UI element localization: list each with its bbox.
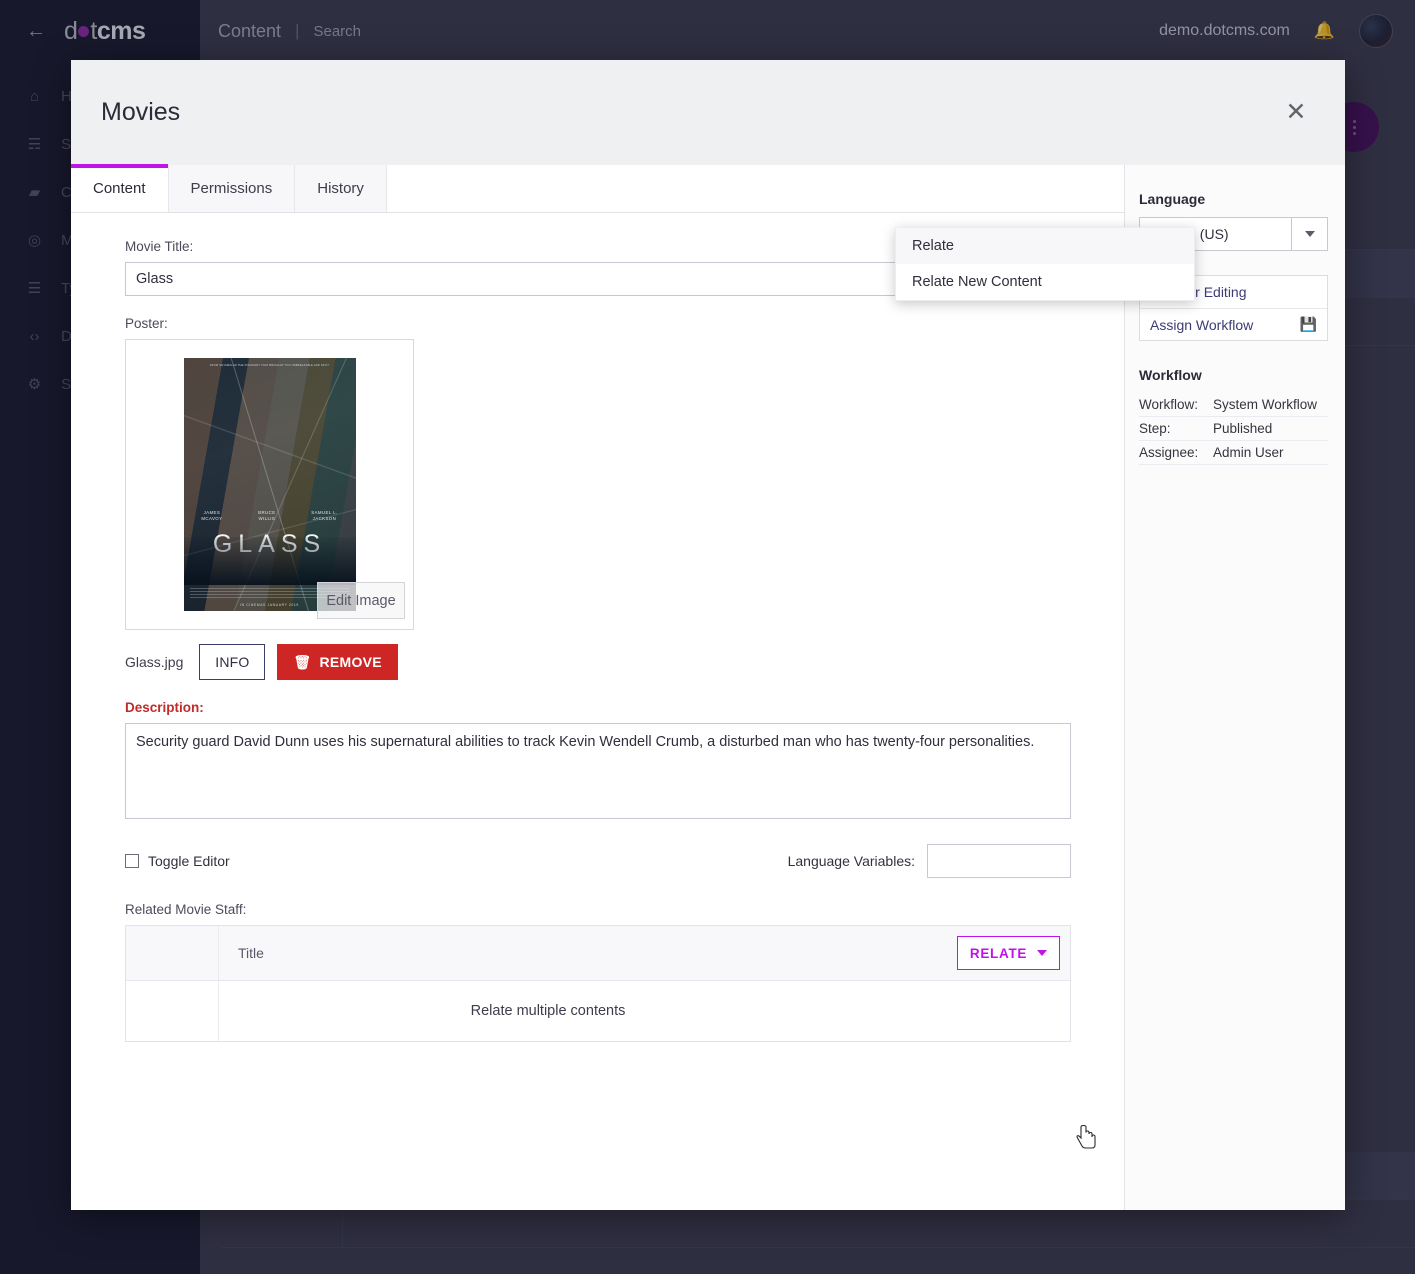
field-poster: Poster: FROM SHYAMALAN THE VISIONARY THA… — [125, 316, 1094, 680]
workflow-row: Workflow:System Workflow — [1139, 393, 1328, 417]
tab-history[interactable]: History — [295, 165, 387, 212]
relate-button[interactable]: RELATE — [957, 936, 1060, 970]
tab-permissions[interactable]: Permissions — [169, 165, 296, 212]
relate-button-label: RELATE — [970, 946, 1027, 961]
relationship-table-header: Title RELATE — [126, 926, 1070, 981]
workflow-row-key: Assignee: — [1139, 445, 1213, 460]
poster-cast-name: BRUCEWILLIS — [258, 510, 275, 522]
workflow-row-value: System Workflow — [1213, 397, 1317, 412]
info-button[interactable]: INFO — [199, 644, 265, 680]
poster-cast-name: SAMUEL L.JACKSON — [311, 510, 337, 522]
remove-button[interactable]: 🗑 REMOVE — [277, 644, 398, 680]
workflow-row-value: Admin User — [1213, 445, 1284, 460]
modal-body: ContentPermissionsHistory Movie Title: P… — [71, 165, 1345, 1210]
language-variables-group: Language Variables: — [788, 844, 1071, 878]
save-disk-icon: 💾 — [1300, 316, 1317, 333]
column-header-title: Title — [238, 945, 264, 961]
remove-button-label: REMOVE — [319, 654, 381, 670]
poster-label: Poster: — [125, 316, 1094, 331]
chevron-down-icon[interactable] — [1291, 217, 1328, 251]
toggle-editor-label: Toggle Editor — [148, 853, 230, 869]
action-label: Assign Workflow — [1150, 317, 1253, 333]
toggle-editor-checkbox[interactable]: Toggle Editor — [125, 853, 230, 869]
workflow-row-value: Published — [1213, 421, 1272, 436]
close-icon[interactable]: ✕ — [1279, 96, 1313, 130]
trash-icon: 🗑 — [293, 654, 311, 671]
workflow-row: Assignee:Admin User — [1139, 441, 1328, 465]
workflow-row-key: Workflow: — [1139, 397, 1213, 412]
mouse-cursor-pointer — [1076, 1125, 1098, 1149]
relationship-table-empty-row: Relate multiple contents — [126, 981, 1070, 1041]
description-label: Description: — [125, 700, 1094, 715]
workflow-row: Step:Published — [1139, 417, 1328, 441]
relate-menu-item-1[interactable]: Relate New Content — [896, 264, 1194, 300]
content-edit-modal: Movies ✕ ContentPermissionsHistory Movie… — [71, 60, 1345, 1210]
workflow-info-table: Workflow:System WorkflowStep:PublishedAs… — [1139, 393, 1328, 465]
poster-tagline: FROM SHYAMALAN THE VISIONARY THAT BROUGH… — [184, 364, 356, 367]
modal-main-column: ContentPermissionsHistory Movie Title: P… — [71, 165, 1124, 1210]
edit-image-button[interactable]: Edit Image — [317, 582, 405, 619]
file-name-label: Glass.jpg — [125, 654, 183, 670]
action-assign-workflow[interactable]: Assign Workflow 💾 — [1140, 308, 1327, 340]
poster-image: FROM SHYAMALAN THE VISIONARY THAT BROUGH… — [184, 358, 356, 611]
poster-cast: JAMESMCAVOY BRUCEWILLIS SAMUEL L.JACKSON — [184, 510, 356, 522]
file-actions-row: Glass.jpg INFO 🗑 REMOVE — [125, 644, 1094, 680]
language-variables-input[interactable] — [927, 844, 1071, 878]
poster-preview-box: FROM SHYAMALAN THE VISIONARY THAT BROUGH… — [125, 339, 414, 630]
editor-toggle-row: Toggle Editor Language Variables: — [125, 844, 1071, 878]
workflow-row-key: Step: — [1139, 421, 1213, 436]
related-movie-staff-label: Related Movie Staff: — [125, 902, 1094, 917]
app-root: ⌂Ho☴Sit▰Co◎Ma☰Ty‹›De⚙Sy ← dtcms Content … — [0, 0, 1415, 1274]
content-form: Movie Title: Poster: FROM SHYAMALAN THE … — [71, 213, 1124, 1042]
page-title: Movies — [101, 98, 180, 127]
language-heading: Language — [1139, 191, 1327, 207]
tab-bar: ContentPermissionsHistory — [71, 165, 1124, 213]
description-textarea[interactable] — [125, 723, 1071, 819]
modal-side-panel: Language English (US) Lock for EditingAs… — [1124, 165, 1345, 1210]
relate-menu-item-0[interactable]: Relate — [896, 228, 1194, 264]
empty-state-text: Relate multiple contents — [471, 1003, 626, 1019]
relationship-table: Title RELATE Relate multiple contents — [125, 925, 1071, 1042]
field-related-movie-staff: Related Movie Staff: Title RELATE — [125, 902, 1094, 1042]
checkbox-box-icon — [125, 854, 139, 868]
poster-cast-name: JAMESMCAVOY — [201, 510, 222, 522]
tab-content[interactable]: Content — [71, 165, 169, 212]
modal-header: Movies ✕ — [71, 60, 1345, 165]
language-variables-label: Language Variables: — [788, 853, 915, 869]
workflow-heading: Workflow — [1139, 367, 1327, 383]
chevron-down-icon — [1037, 950, 1047, 956]
field-description: Description: — [125, 700, 1094, 824]
relate-dropdown-menu: RelateRelate New Content — [895, 227, 1195, 301]
